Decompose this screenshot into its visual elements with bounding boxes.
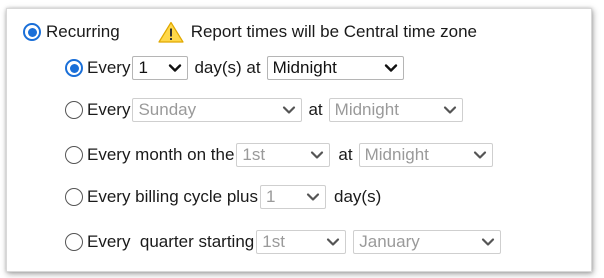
billing-days-value: 1	[266, 187, 276, 206]
quarterly-month-select[interactable]: January	[353, 230, 502, 254]
chevron-down-icon	[326, 235, 340, 249]
weekly-option-row: Every Sunday at Midnight	[65, 98, 463, 122]
weekly-middle-text: at	[308, 100, 323, 119]
daily-prefix: Every	[87, 58, 131, 77]
timezone-warning-text: Report times will be Central time zone	[190, 22, 477, 41]
monthly-day-select[interactable]: 1st	[236, 143, 331, 167]
chevron-down-icon	[168, 61, 182, 75]
monthly-day-value: 1st	[242, 145, 266, 164]
monthly-prefix: Every month on the	[87, 145, 235, 164]
recurring-label: Recurring	[46, 22, 120, 41]
billing-days-select[interactable]: 1	[260, 185, 327, 209]
quarterly-day-select[interactable]: 1st	[256, 230, 347, 254]
quarterly-month-value: January	[359, 232, 420, 251]
schedule-panel: Recurring Report times will be Central t…	[6, 8, 592, 272]
monthly-time-select[interactable]: Midnight	[358, 143, 493, 167]
chevron-down-icon	[384, 61, 398, 75]
billing-suffix-text: day(s)	[334, 187, 382, 206]
monthly-time-value: Midnight	[364, 145, 429, 164]
billing-radio[interactable]	[65, 188, 83, 206]
monthly-radio[interactable]	[65, 146, 83, 164]
chevron-down-icon	[473, 148, 487, 162]
weekly-time-select[interactable]: Midnight	[328, 98, 463, 122]
daily-time-value: Midnight	[272, 58, 337, 77]
daily-option-row: Every 1 day(s) at Midnight	[65, 56, 404, 80]
chevron-down-icon	[443, 103, 457, 117]
quarterly-radio[interactable]	[65, 233, 83, 251]
chevron-down-icon	[306, 190, 320, 204]
warning-triangle-icon	[158, 21, 184, 43]
chevron-down-icon	[310, 148, 324, 162]
weekly-day-select[interactable]: Sunday	[132, 98, 303, 122]
daily-count-value: 1	[138, 58, 148, 77]
monthly-middle-text: at	[338, 145, 353, 164]
monthly-option-row: Every month on the 1st at Midnight	[65, 143, 493, 167]
quarterly-day-value: 1st	[262, 232, 285, 251]
recurring-radio[interactable]	[23, 23, 41, 41]
billing-option-row: Every billing cycle plus 1 day(s)	[65, 185, 381, 209]
daily-middle-text: day(s) at	[194, 58, 261, 77]
quarterly-prefix: Every quarter starting	[87, 232, 255, 251]
weekly-time-value: Midnight	[334, 100, 399, 119]
billing-prefix: Every billing cycle plus	[87, 187, 259, 206]
daily-count-select[interactable]: 1	[132, 56, 189, 80]
chevron-down-icon	[481, 235, 495, 249]
weekly-day-value: Sunday	[138, 100, 197, 119]
daily-radio[interactable]	[65, 59, 83, 77]
recurring-row: Recurring Report times will be Central t…	[23, 21, 477, 43]
weekly-radio[interactable]	[65, 101, 83, 119]
quarterly-option-row: Every quarter starting 1st January	[65, 230, 502, 254]
chevron-down-icon	[282, 103, 296, 117]
weekly-prefix: Every	[87, 100, 131, 119]
daily-time-select[interactable]: Midnight	[266, 56, 404, 80]
